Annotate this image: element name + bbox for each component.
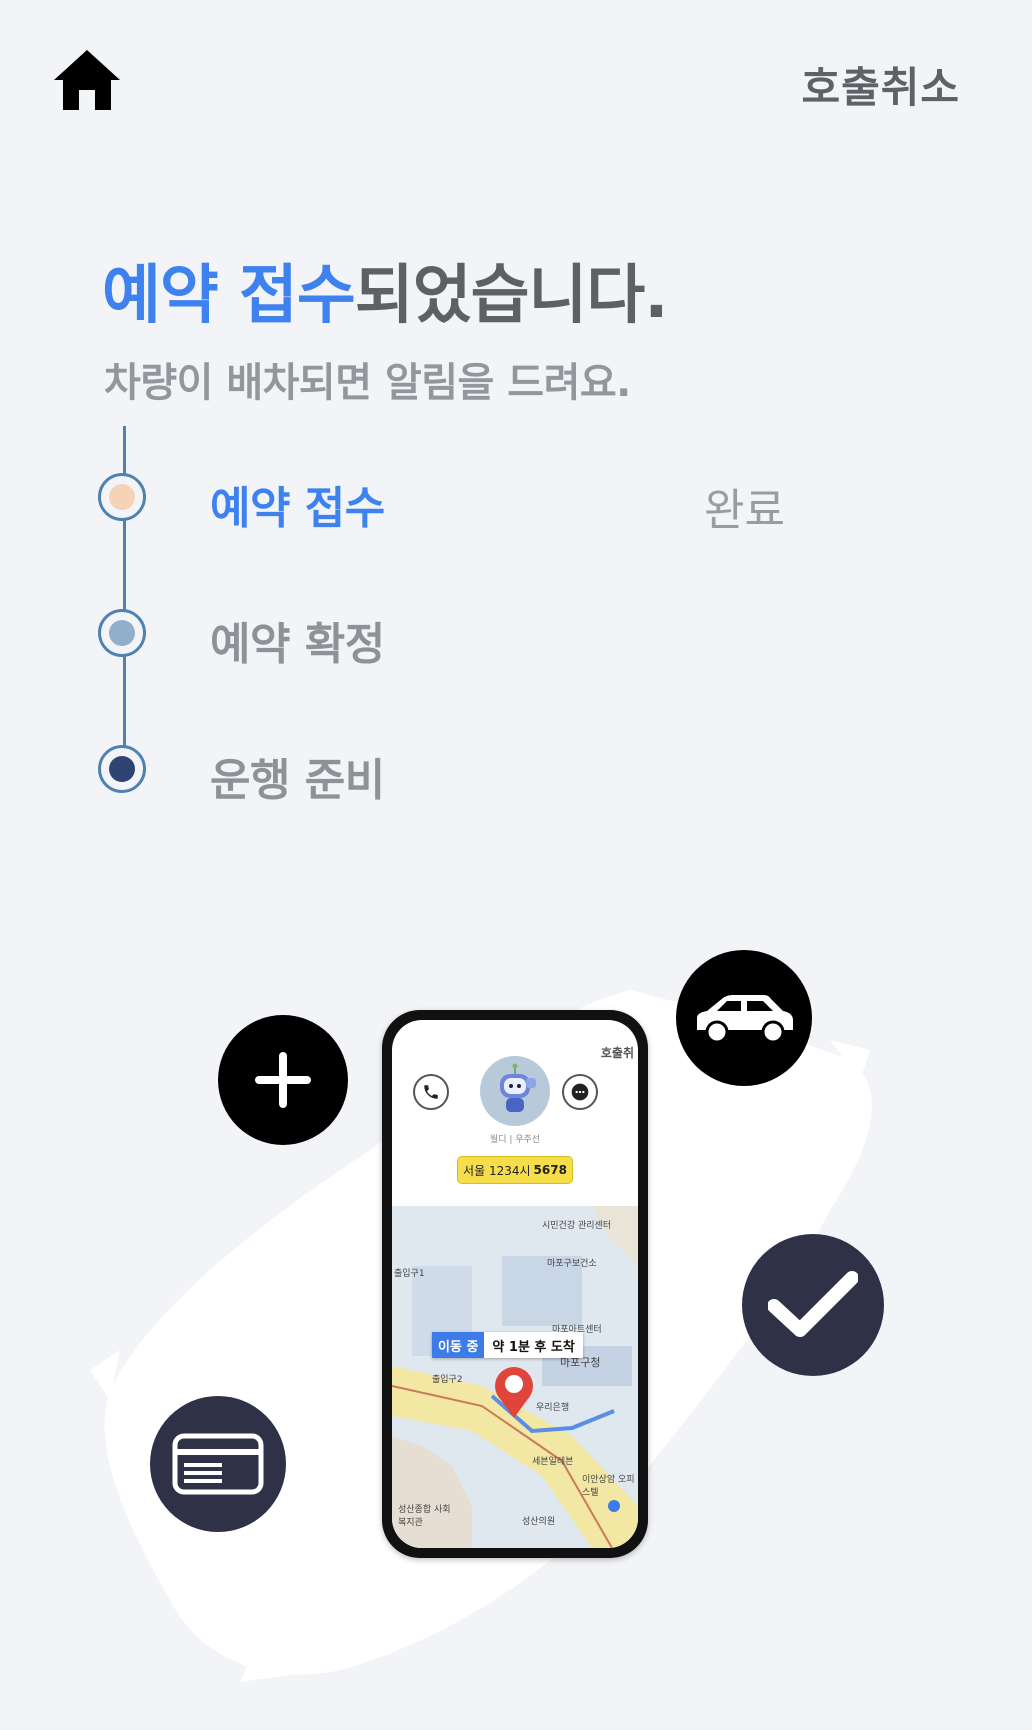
plus-icon bbox=[218, 1015, 348, 1145]
map-label: 성산종합 사회복지관 bbox=[398, 1505, 451, 1528]
license-plate: 서울 1234시 5678 bbox=[457, 1156, 573, 1184]
home-icon bbox=[54, 50, 120, 110]
map-view: 시민건강 관리센터 마포구보건소 출입구1 마포아트센터 마포구청 출입구2 우… bbox=[392, 1206, 638, 1548]
map-eta: 약 1분 후 도착 bbox=[484, 1332, 583, 1358]
phone-cancel-label: 호출취 bbox=[600, 1046, 634, 1060]
cancel-call-button[interactable]: 호출취소 bbox=[801, 54, 960, 115]
car-icon bbox=[676, 950, 812, 1086]
timeline-dot-ready bbox=[98, 745, 146, 793]
map-label: 이안상암 오피스텔 bbox=[582, 1475, 635, 1498]
driver-name: 월디 | 우주선 bbox=[489, 1135, 541, 1145]
page-subtitle: 차량이 배차되면 알림을 드려요. bbox=[104, 360, 631, 406]
check-icon bbox=[742, 1234, 884, 1376]
credit-card-icon bbox=[150, 1396, 286, 1532]
phone-chat-icon bbox=[562, 1074, 598, 1110]
plate-number: 5678 bbox=[533, 1163, 567, 1177]
timeline-step-received: 예약 접수 bbox=[210, 483, 385, 534]
map-label: 세븐일레븐 bbox=[532, 1457, 574, 1467]
phone-call-icon bbox=[413, 1074, 449, 1110]
map-label: 시민건강 관리센터 bbox=[542, 1221, 612, 1231]
timeline-dot-received bbox=[98, 473, 146, 521]
phone-screen: 호출취 월디 | 우주선 서울 1234시 5678 시민건강 관리센터 마포구… bbox=[392, 1020, 638, 1548]
timeline-dot-confirmed bbox=[98, 609, 146, 657]
timeline-step-ready: 운행 준비 bbox=[210, 755, 385, 806]
page-title: 예약 접수되었습니다. bbox=[102, 244, 669, 336]
map-label: 성산의원 bbox=[522, 1517, 556, 1527]
timeline-step-confirmed: 예약 확정 bbox=[210, 619, 385, 670]
map-label: 마포구보건소 bbox=[547, 1259, 597, 1269]
home-button[interactable] bbox=[52, 48, 122, 112]
map-label: 출입구2 bbox=[432, 1375, 463, 1385]
map-status-banner: 이동 중 약 1분 후 도착 bbox=[432, 1332, 583, 1358]
map-status: 이동 중 bbox=[432, 1332, 485, 1358]
map-label: 우리은행 bbox=[536, 1403, 570, 1413]
page-title-rest: 되었습니다. bbox=[354, 259, 669, 333]
map-label: 출입구1 bbox=[394, 1269, 425, 1279]
plate-prefix: 서울 1234시 bbox=[463, 1163, 531, 1178]
driver-avatar bbox=[480, 1056, 550, 1126]
page-title-highlight: 예약 접수 bbox=[102, 259, 356, 333]
timeline-step-status: 완료 bbox=[704, 485, 785, 536]
phone-mockup: 호출취 월디 | 우주선 서울 1234시 5678 시민건강 관리센터 마포구… bbox=[382, 1010, 648, 1558]
